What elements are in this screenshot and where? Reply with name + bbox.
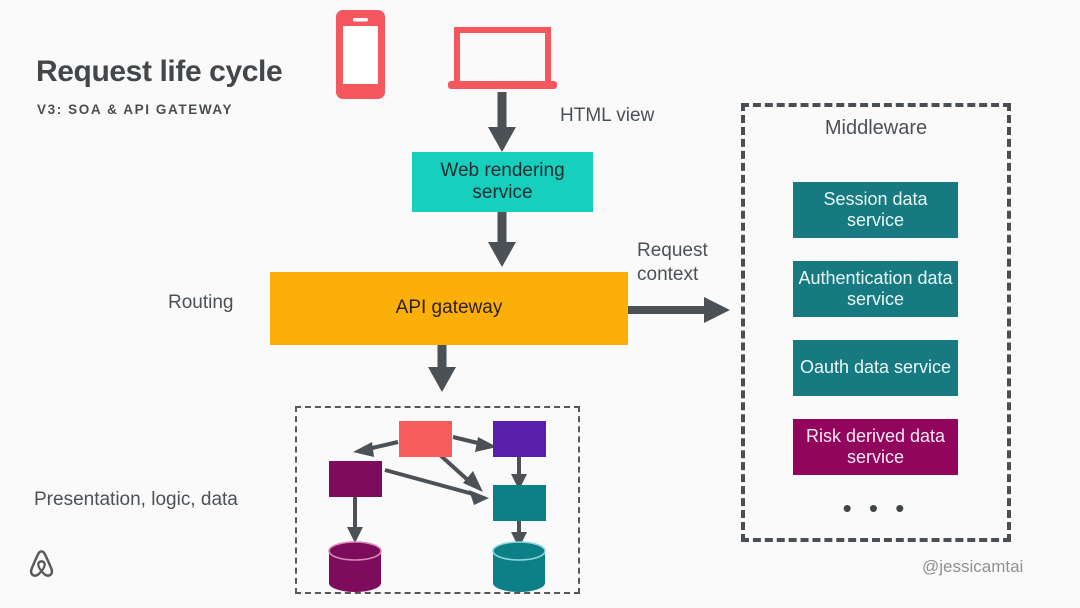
- middleware-service-session-data[interactable]: Session data service: [793, 182, 958, 238]
- arrow-api-gateway-to-middleware: [628, 297, 730, 323]
- middleware-service-authentication-data[interactable]: Authentication data service: [793, 261, 958, 317]
- laptop-icon: [448, 27, 557, 89]
- middleware-service-oauth-data[interactable]: Oauth data service: [793, 340, 958, 396]
- label-presentation-logic-data: Presentation, logic, data: [34, 489, 238, 510]
- arrow-api-gateway-to-services: [428, 345, 456, 392]
- service-block-teal[interactable]: [493, 485, 546, 521]
- phone-icon: [336, 10, 385, 99]
- service-block-magenta[interactable]: [329, 461, 382, 497]
- node-web-rendering-service[interactable]: Web rendering service: [412, 152, 593, 212]
- label-html-view: HTML view: [560, 105, 655, 126]
- arrow-web-rendering-to-api-gateway: [488, 212, 516, 267]
- author-handle: @jessicamtai: [922, 557, 1024, 576]
- page-title: Request life cycle: [36, 55, 283, 88]
- page-subtitle: V3: SOA & API GATEWAY: [37, 102, 234, 117]
- service-block-red[interactable]: [399, 421, 452, 457]
- middleware-container: [741, 103, 1011, 542]
- middleware-ellipsis: • • •: [842, 493, 910, 523]
- label-request-context: Request context: [637, 240, 708, 286]
- middleware-title: Middleware: [824, 117, 928, 139]
- label-routing: Routing: [168, 292, 234, 313]
- slide-canvas: Request life cycle V3: SOA & API GATEWAY: [0, 0, 1080, 608]
- middleware-service-risk-derived-data[interactable]: Risk derived data service: [793, 419, 958, 475]
- node-api-gateway[interactable]: API gateway: [270, 272, 628, 345]
- service-block-purple[interactable]: [493, 421, 546, 457]
- arrow-laptop-to-web-rendering: [488, 92, 516, 152]
- airbnb-logo: [29, 550, 54, 577]
